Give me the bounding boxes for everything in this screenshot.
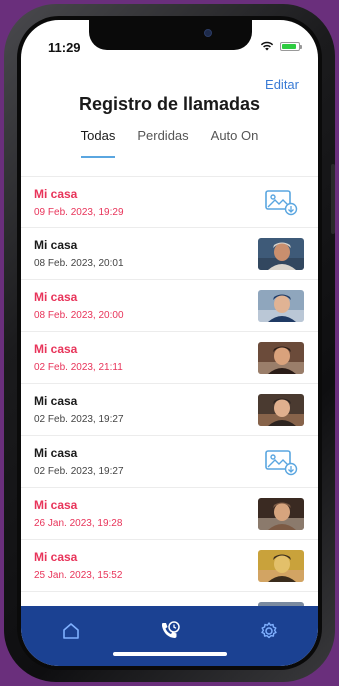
call-row[interactable]: Mi casa 02 Feb. 2023, 19:27 (21, 384, 318, 436)
notch (89, 20, 252, 50)
call-info: Mi casa 02 Feb. 2023, 21:11 (34, 342, 123, 373)
call-row[interactable]: Mi casa (21, 592, 318, 606)
phone-frame: 11:29 Editar Registro de llamadas Todas … (4, 4, 335, 682)
call-info: Mi casa 26 Jan. 2023, 19:28 (34, 498, 122, 529)
photo-man-outdoor (258, 549, 304, 582)
photo-smiling-man (258, 341, 304, 374)
edit-button[interactable]: Editar (265, 77, 299, 92)
status-time: 11:29 (48, 40, 81, 55)
caller-name: Mi casa (34, 394, 78, 408)
tab-auto-on[interactable]: Auto On (211, 128, 259, 158)
image-placeholder-icon (258, 186, 304, 218)
photo-older-man (258, 237, 304, 270)
caller-name: Mi casa (34, 498, 78, 512)
call-history-icon (161, 621, 180, 638)
call-row[interactable]: Mi casa 25 Jan. 2023, 15:52 (21, 540, 318, 592)
call-info: Mi casa 08 Feb. 2023, 20:01 (34, 238, 124, 269)
wifi-icon (260, 41, 274, 51)
side-button (331, 164, 335, 234)
call-row[interactable]: Mi casa 02 Feb. 2023, 21:11 (21, 332, 318, 384)
caller-name: Mi casa (34, 238, 78, 252)
battery-level (282, 43, 296, 49)
call-row[interactable]: Mi casa 02 Feb. 2023, 19:27 (21, 436, 318, 488)
call-info: Mi casa 09 Feb. 2023, 19:29 (34, 187, 124, 218)
photo-man-cap (258, 289, 304, 322)
call-info: Mi casa 25 Jan. 2023, 15:52 (34, 550, 122, 581)
bottom-nav (21, 606, 318, 666)
call-date: 26 Jan. 2023, 19:28 (34, 518, 123, 529)
caller-name: Mi casa (34, 446, 78, 460)
camera (204, 29, 212, 37)
image-placeholder-icon (258, 446, 304, 478)
call-date: 02 Feb. 2023, 19:27 (34, 466, 124, 477)
call-list: Mi casa 09 Feb. 2023, 19:29 Mi casa 08 Feb.… (21, 176, 318, 606)
settings-icon (260, 622, 277, 639)
call-info: Mi casa 08 Feb. 2023, 20:00 (34, 290, 124, 321)
nav-call-history-button[interactable] (157, 618, 183, 644)
call-row[interactable]: Mi casa 09 Feb. 2023, 19:29 (21, 176, 318, 228)
tab-bar: Todas Perdidas Auto On (21, 128, 318, 158)
call-date: 02 Feb. 2023, 19:27 (34, 414, 124, 425)
call-date: 02 Feb. 2023, 21:11 (34, 362, 123, 373)
photo-couple (258, 497, 304, 530)
nav-home-button[interactable] (58, 618, 84, 644)
call-info: Mi casa 02 Feb. 2023, 19:27 (34, 446, 124, 477)
home-icon (62, 623, 79, 639)
status-icons (260, 41, 302, 51)
caller-name: Mi casa (34, 186, 78, 201)
caller-name: Mi casa (34, 550, 78, 564)
tab-perdidas[interactable]: Perdidas (137, 128, 188, 158)
home-indicator[interactable] (113, 652, 227, 656)
call-row[interactable]: Mi casa 08 Feb. 2023, 20:00 (21, 280, 318, 332)
battery-icon (280, 41, 302, 51)
call-info: Mi casa 02 Feb. 2023, 19:27 (34, 394, 124, 425)
phone-bezel: 11:29 Editar Registro de llamadas Todas … (17, 16, 322, 670)
call-date: 08 Feb. 2023, 20:01 (34, 258, 124, 269)
page-title: Registro de llamadas (78, 94, 261, 114)
call-row[interactable]: Mi casa 26 Jan. 2023, 19:28 (21, 488, 318, 540)
call-date: 25 Jan. 2023, 15:52 (34, 570, 123, 581)
call-date: 09 Feb. 2023, 19:29 (34, 206, 124, 218)
caller-name: Mi casa (34, 290, 78, 304)
tab-todas[interactable]: Todas (80, 128, 116, 158)
call-row[interactable]: Mi casa 08 Feb. 2023, 20:01 (21, 228, 318, 280)
screen: 11:29 Editar Registro de llamadas Todas … (21, 20, 318, 666)
nav-settings-button[interactable] (256, 618, 282, 644)
caller-name: Mi casa (34, 342, 78, 356)
call-date: 08 Feb. 2023, 20:00 (34, 310, 124, 321)
photo-group (258, 393, 304, 426)
